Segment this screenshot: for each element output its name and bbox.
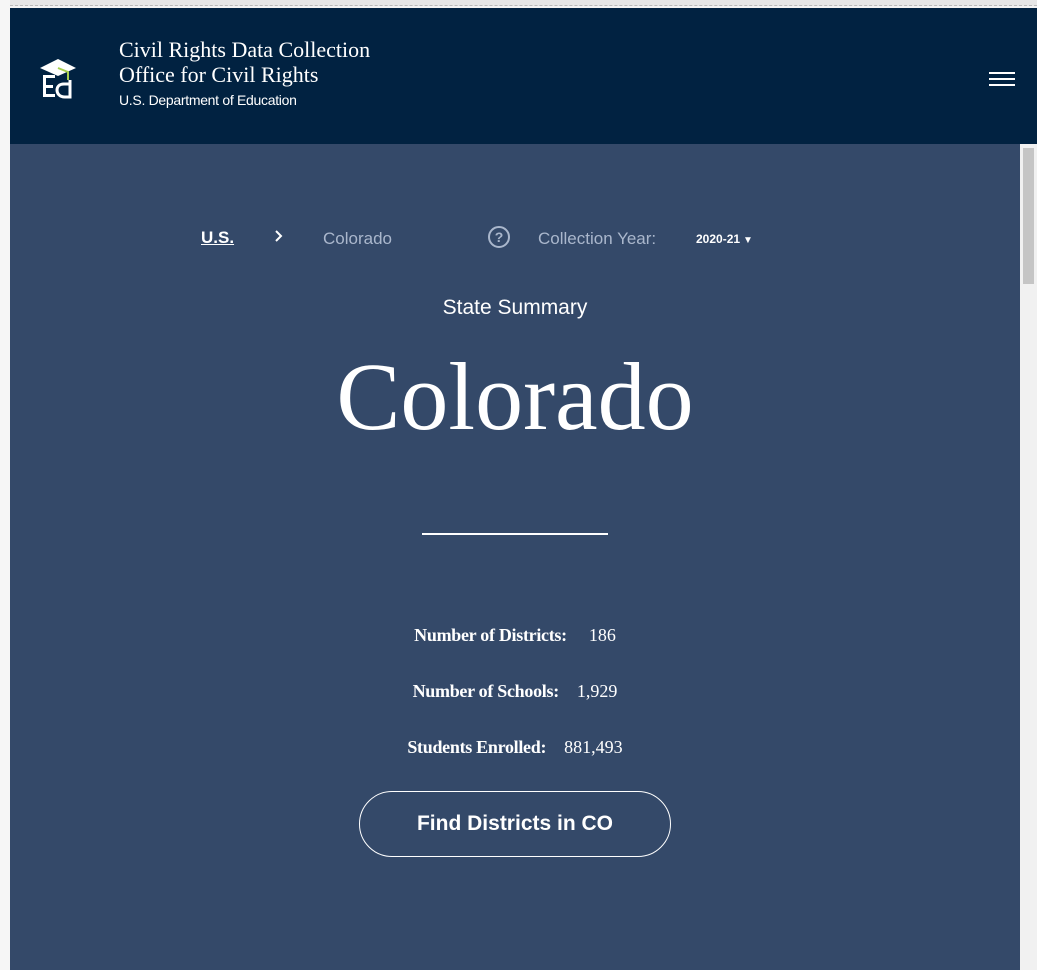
stat-districts-label: Number of Districts:	[414, 625, 567, 645]
browser-top-edge	[0, 0, 1037, 6]
summary-label: State Summary	[442, 296, 588, 319]
collection-year-value: 2020-21	[696, 232, 741, 246]
stat-schools-label: Number of Schools:	[412, 681, 560, 701]
ed-logo-icon[interactable]	[36, 54, 80, 102]
hamburger-menu-icon[interactable]	[989, 68, 1015, 90]
chevron-right-icon	[272, 226, 286, 246]
stat-students: Students Enrolled: 881,493	[10, 737, 1020, 758]
title-divider	[422, 533, 608, 535]
site-header: Civil Rights Data Collection Office for …	[10, 8, 1037, 144]
stat-students-label: Students Enrolled:	[407, 737, 547, 757]
header-title-block: Civil Rights Data Collection Office for …	[119, 37, 370, 108]
collection-year-label: Collection Year:	[538, 229, 657, 248]
stat-districts: Number of Districts: 186	[10, 625, 1020, 646]
site-title[interactable]: Civil Rights Data Collection	[119, 37, 370, 62]
breadcrumb-current: Colorado	[323, 229, 392, 248]
main-content: U.S. Colorado ? Collection Year: 2020-21…	[10, 144, 1020, 970]
question-circle-icon[interactable]: ?	[488, 226, 510, 248]
stat-students-value: 881,493	[564, 737, 623, 757]
department-name: U.S. Department of Education	[119, 92, 297, 108]
collection-year-dropdown[interactable]: 2020-21 ▼	[696, 232, 753, 246]
site-subtitle[interactable]: Office for Civil Rights	[119, 62, 370, 87]
scrollbar-thumb[interactable]	[1023, 148, 1034, 284]
vertical-scrollbar[interactable]	[1020, 144, 1037, 970]
breadcrumb-us-link[interactable]: U.S.	[201, 228, 234, 248]
stat-schools-value: 1,929	[576, 681, 618, 701]
page-title: Colorado	[336, 343, 694, 450]
stat-schools: Number of Schools: 1,929	[10, 681, 1020, 702]
left-gutter	[0, 0, 10, 970]
find-districts-button[interactable]: Find Districts in CO	[359, 791, 671, 857]
caret-down-icon: ▼	[743, 235, 753, 246]
stat-districts-value: 186	[588, 625, 616, 645]
